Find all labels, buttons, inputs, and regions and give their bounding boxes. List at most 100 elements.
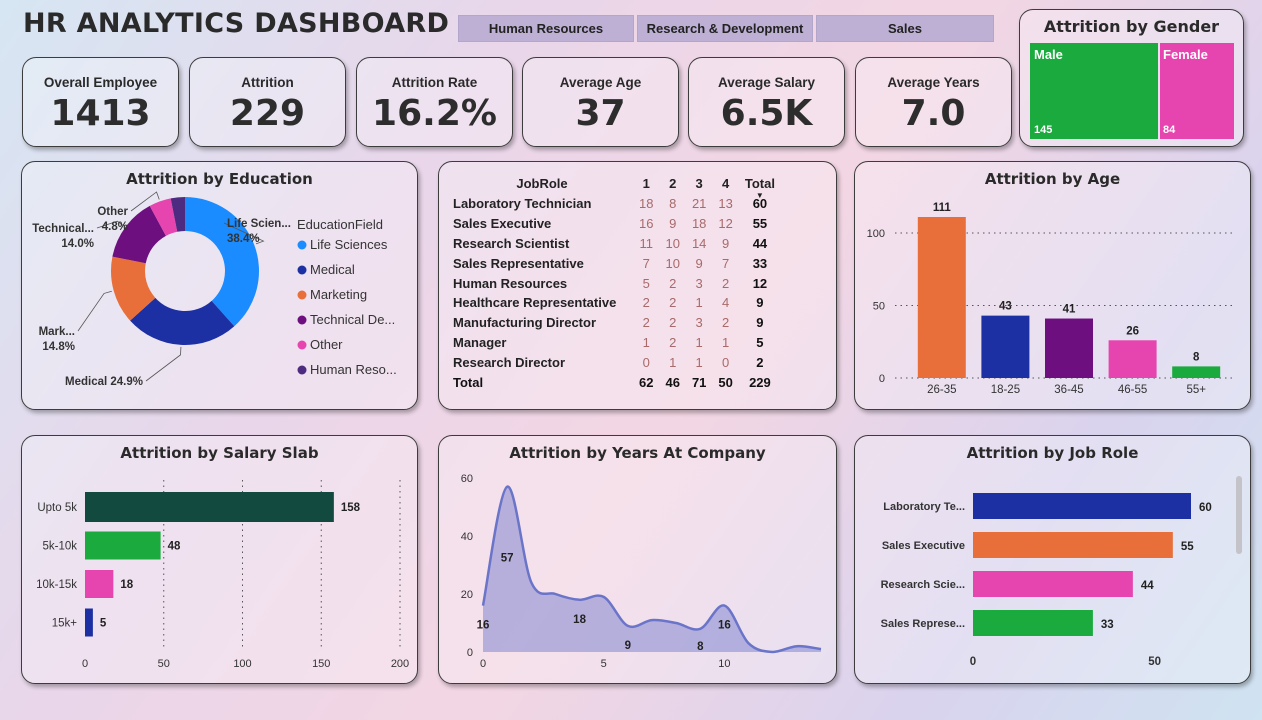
matrix-total-row: Total 62 46 71 50 229 [451,372,781,392]
bar[interactable] [1108,340,1157,378]
bar[interactable] [973,532,1173,558]
matrix-cell-value: 3 [695,275,703,291]
legend-item[interactable]: Life Sciences [310,237,388,252]
y-tick-label: 10k-15k [36,579,77,591]
slicer-research-development[interactable]: Research & Development [637,15,813,42]
legend-item[interactable]: Human Reso... [310,362,397,377]
x-tick-label: 0 [82,658,88,670]
matrix-row[interactable]: Human Resources 5 2 3 2 12 [451,273,781,293]
legend-item[interactable]: Medical [310,262,355,277]
x-tick-label: 46-55 [1118,384,1147,396]
treemap-label: Male [1034,47,1063,62]
x-tick-label: 5 [601,658,607,670]
x-tick-label: 18-25 [991,384,1020,396]
x-tick-label: 0 [480,658,486,670]
matrix-row[interactable]: Sales Representative 7 10 9 7 33 [451,253,781,273]
bar[interactable] [85,608,93,637]
bar-data-label: 5 [100,618,107,630]
bar[interactable] [85,570,114,598]
matrix-row[interactable]: Research Director 0 1 1 0 2 [451,352,781,372]
matrix-cell-value: 5 [642,275,650,291]
matrix-cell-value: 3 [695,315,703,331]
slicer-sales[interactable]: Sales [816,15,994,42]
matrix-header-total[interactable]: Total ▼ [739,172,781,201]
jobrole-scrollbar[interactable] [1236,476,1242,554]
y-tick-label: 100 [867,228,885,240]
matrix-cell-total: 55 [752,216,768,232]
matrix-row[interactable]: Manager 1 2 1 1 5 [451,333,781,353]
slice-data-label: Mark... [39,326,75,338]
kpi-card-overall-employee: Overall Employee 1413 [22,57,179,147]
matrix-cell-value: 1 [695,354,703,370]
matrix-cell-total: 12 [752,275,768,291]
donut-slice[interactable] [185,197,260,327]
bar-data-label: 41 [1063,304,1076,316]
slice-data-label: 14.8% [42,341,75,353]
matrix-row[interactable]: Healthcare Representative 2 2 1 4 9 [451,293,781,313]
matrix-cell-value: 2 [642,295,650,311]
matrix-row[interactable]: Manufacturing Director 2 2 3 2 9 [451,313,781,333]
bar[interactable] [973,493,1191,519]
bar-data-label: 43 [999,301,1012,313]
legend-marker [297,340,307,350]
point-data-label: 16 [477,620,490,632]
matrix-cell-jobrole: Research Director [453,354,565,370]
matrix-header-1[interactable]: 1 [633,172,659,194]
y-tick-label: Laboratory Te... [883,501,965,513]
x-tick-label: 150 [312,658,330,670]
area-fill [483,486,821,652]
kpi-card-average-salary: Average Salary 6.5K [688,57,845,147]
matrix-cell-value: 18 [639,196,654,212]
matrix-cell-value: 18 [691,216,707,232]
sort-desc-icon: ▼ [755,191,764,200]
matrix-cell-value: 0 [642,354,650,370]
leader-line [145,346,182,382]
matrix-cell-value: 2 [669,334,677,350]
matrix-cell-value: 0 [722,354,730,370]
matrix-cell-jobrole: Research Scientist [453,235,570,251]
matrix-cell-value: 1 [722,334,730,350]
matrix-row[interactable]: Laboratory Technician 18 8 21 13 60 [451,194,781,214]
matrix-header-2[interactable]: 2 [659,172,685,194]
legend-item[interactable]: Other [310,337,343,352]
x-tick-label: 100 [233,658,251,670]
department-slicer[interactable]: Human Resources Research & Development S… [458,15,994,42]
treemap-tile-female[interactable]: Female 84 [1160,43,1234,139]
bar[interactable] [917,217,966,378]
matrix-cell-value: 10 [665,235,680,251]
legend-item[interactable]: Marketing [310,287,367,302]
kpi-card-average-age: Average Age 37 [522,57,679,147]
treemap-tile-male[interactable]: Male 145 [1030,43,1158,139]
matrix-header-total-label: Total [744,175,775,191]
bar[interactable] [85,492,334,522]
bar[interactable] [981,315,1030,378]
x-tick-label: 10 [718,658,730,670]
matrix-header-4[interactable]: 4 [712,172,738,194]
matrix-total-value: 229 [749,374,771,390]
bar[interactable] [973,610,1093,636]
kpi-card-attrition-rate: Attrition Rate 16.2% [356,57,513,147]
legend-item[interactable]: Technical De... [310,312,395,327]
y-tick-label: 0 [879,373,885,385]
matrix-header-jobrole[interactable]: JobRole [451,172,633,194]
matrix-row[interactable]: Research Scientist 11 10 14 9 44 [451,234,781,254]
bar[interactable] [973,571,1133,597]
y-tick-label: 15k+ [52,618,78,630]
matrix-row[interactable]: Sales Executive 16 9 18 12 55 [451,214,781,234]
x-tick-label: 200 [391,658,409,670]
matrix-cell-jobrole: Sales Executive [453,216,552,232]
jobrole-matrix-card: JobRole 1 2 3 4 Total ▼ Laboratory Techni… [438,161,837,410]
matrix-header-row: JobRole 1 2 3 4 Total ▼ [451,172,781,201]
slicer-human-resources[interactable]: Human Resources [458,15,634,42]
jobrole-bar-chart: 0 50 60 Laboratory Te... 55 Sales Executive 44… [881,493,1212,668]
age-card: Attrition by Age 0 50 100 111 26-35 43 18-25 41… [854,161,1251,410]
matrix-header-3[interactable]: 3 [686,172,712,194]
bar[interactable] [85,531,161,560]
matrix-cell-value: 7 [722,255,730,271]
matrix-cell-value: 7 [642,255,650,271]
bar[interactable] [1045,318,1093,378]
bar[interactable] [1172,366,1221,378]
y-tick-label: 60 [461,473,473,485]
matrix-cell-value: 2 [669,275,677,291]
matrix-cell-value: 9 [722,235,730,251]
